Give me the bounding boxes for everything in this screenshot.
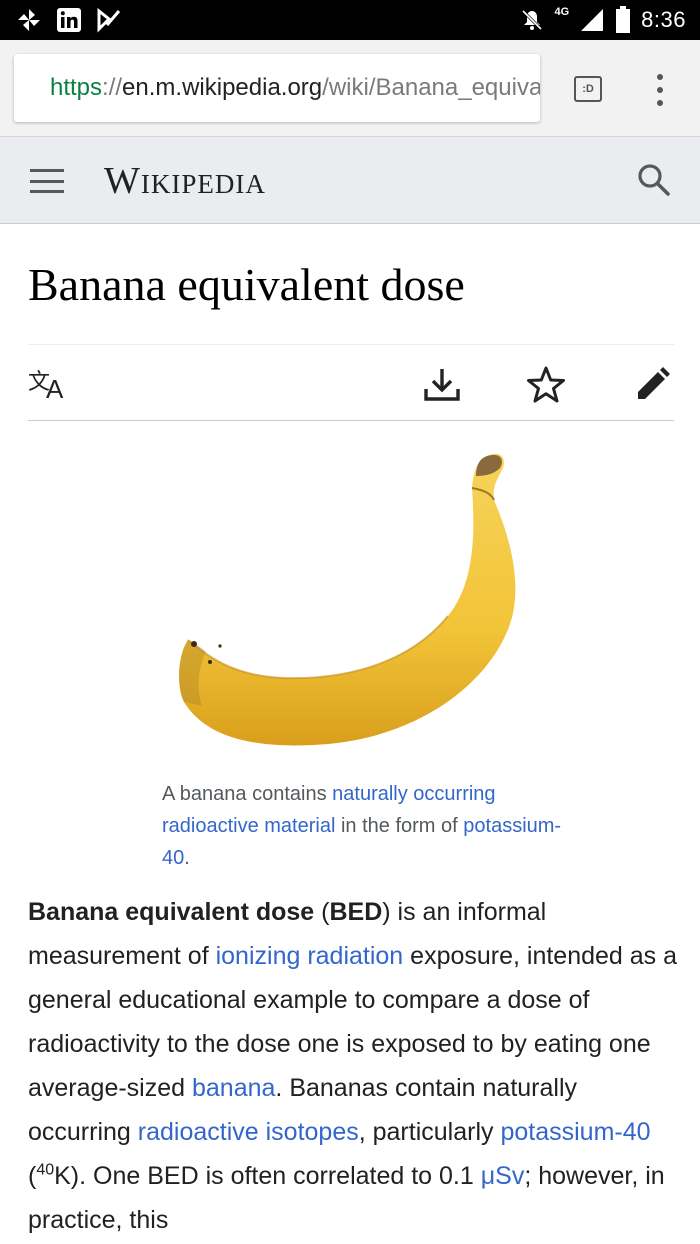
bold-abbreviation: BED <box>329 898 383 926</box>
paragraph-text: K). One BED is often correlated to 0.1 <box>54 1162 481 1190</box>
language-icon[interactable]: 文 A <box>28 365 72 401</box>
hamburger-line <box>30 190 64 193</box>
download-icon[interactable] <box>422 365 462 405</box>
banana-image[interactable] <box>176 448 528 752</box>
url-host: en.m.wikipedia.org <box>122 74 323 101</box>
url-separator: :// <box>102 74 123 101</box>
network-type: 4G <box>554 6 570 18</box>
wiki-header: Wikipedia <box>0 137 700 224</box>
mute-icon <box>522 9 543 31</box>
paragraph-text: , particularly <box>358 1118 501 1146</box>
system-icons: 4G 8:36 <box>520 6 686 34</box>
superscript: 40 <box>36 1161 55 1179</box>
caption-text: in the form of <box>335 815 464 837</box>
caption-text: . <box>184 847 190 869</box>
page-actions: 文 A <box>28 344 674 421</box>
menu-dot <box>657 87 663 93</box>
url-scheme: https <box>50 74 103 101</box>
battery-icon <box>616 6 631 33</box>
article-paragraph: Banana equivalent dose (BED) is an infor… <box>28 890 678 1242</box>
image-caption: A banana contains naturally occurring ra… <box>162 778 562 874</box>
url-bar[interactable]: https://en.m.wikipedia.org/wiki/Banana_e… <box>14 54 540 122</box>
link-potassium-40-body[interactable]: potassium-40 <box>500 1118 650 1146</box>
tab-switcher-button[interactable]: :D <box>574 76 602 102</box>
bold-term: Banana equivalent dose <box>28 898 315 926</box>
menu-dot <box>657 100 663 106</box>
browser-toolbar: https://en.m.wikipedia.org/wiki/Banana_e… <box>0 40 700 137</box>
link-microsievert[interactable]: μSv <box>481 1162 525 1190</box>
edit-pencil-icon[interactable] <box>632 365 672 405</box>
url-path: /wiki/Banana_equivalent_dose <box>322 74 540 101</box>
svg-text:A: A <box>46 374 64 401</box>
overflow-menu-button[interactable] <box>650 72 670 108</box>
url-text[interactable]: https://en.m.wikipedia.org/wiki/Banana_e… <box>50 74 540 102</box>
main-menu-button[interactable] <box>30 169 64 193</box>
hamburger-line <box>30 179 64 183</box>
wikipedia-wordmark[interactable]: Wikipedia <box>104 159 266 203</box>
notification-icons <box>16 6 122 34</box>
link-banana[interactable]: banana <box>192 1074 275 1102</box>
menu-dot <box>657 74 663 80</box>
search-icon[interactable] <box>636 162 672 198</box>
check-app-icon <box>97 7 121 33</box>
clock: 8:36 <box>641 7 686 32</box>
star-icon[interactable] <box>526 365 566 405</box>
paragraph-text: ( <box>314 898 330 926</box>
link-radioactive-isotopes[interactable]: radioactive isotopes <box>138 1118 359 1146</box>
pinwheel-app-icon <box>18 9 40 31</box>
status-bar: 4G 8:36 <box>0 0 700 40</box>
linkedin-icon <box>57 8 81 32</box>
signal-icon <box>581 9 604 31</box>
hamburger-line <box>30 169 64 172</box>
link-ionizing-radiation[interactable]: ionizing radiation <box>216 942 404 970</box>
page-title: Banana equivalent dose <box>28 259 465 310</box>
caption-text: A banana contains <box>162 783 333 805</box>
